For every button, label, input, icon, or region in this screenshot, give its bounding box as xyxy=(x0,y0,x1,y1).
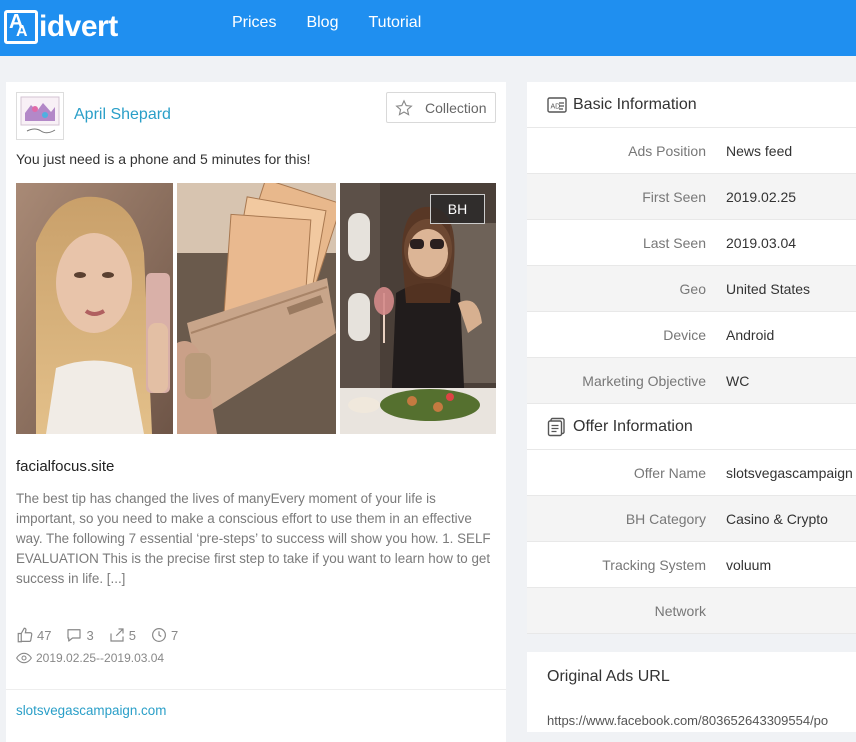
row-label: Offer Name xyxy=(633,464,706,481)
ad-link[interactable]: slotsvegascampaign.com xyxy=(16,703,166,718)
collection-button[interactable]: Collection xyxy=(386,92,496,123)
info-row: First Seen 2019.02.25 xyxy=(527,174,856,220)
thumbs-up-icon xyxy=(17,627,33,643)
ads-info-icon: AD xyxy=(547,96,567,113)
row-value: 2019.02.25 xyxy=(726,188,797,205)
nav-blog[interactable]: Blog xyxy=(306,14,338,32)
date-range: 2019.02.25--2019.03.04 xyxy=(36,651,165,665)
row-value: slotsvegascampaign xyxy=(726,464,853,481)
ad-image-money[interactable] xyxy=(177,183,336,434)
row-value: voluum xyxy=(726,556,772,573)
basic-info-title: Basic Information xyxy=(573,95,697,113)
ad-caption: You just need is a phone and 5 minutes f… xyxy=(16,151,311,167)
svg-text:AD: AD xyxy=(551,103,561,110)
bh-badge: BH xyxy=(430,194,485,224)
brand-logo[interactable]: A A idvert xyxy=(4,8,118,46)
basic-info-panel: AD Basic Information Ads Position News fe… xyxy=(527,82,856,404)
basic-info-header: AD Basic Information xyxy=(527,82,856,128)
ad-description: The best tip has changed the lives of ma… xyxy=(16,491,491,586)
logo-mark-icon: A A xyxy=(4,10,38,44)
offer-info-panel: Offer Information Offer Name slotsvegasca… xyxy=(527,404,856,634)
info-row: BH Category Casino & Crypto xyxy=(527,496,856,542)
row-value: 2019.03.04 xyxy=(726,234,797,251)
offer-doc-icon xyxy=(547,417,565,436)
info-row: Device Android xyxy=(527,312,856,358)
seen-dates: 2019.02.25--2019.03.04 xyxy=(16,651,164,665)
star-icon xyxy=(395,99,413,116)
row-label: Network xyxy=(654,602,706,619)
ad-site: facialfocus.site xyxy=(16,458,115,475)
row-label: Device xyxy=(663,326,706,343)
row-value: Casino & Crypto xyxy=(726,510,828,527)
engagement-stats: 47 3 5 7 xyxy=(16,626,192,644)
ad-image-selfie[interactable] xyxy=(16,183,173,434)
collection-label: Collection xyxy=(425,99,487,116)
offer-info-title: Offer Information xyxy=(573,417,693,435)
row-label: First Seen xyxy=(642,188,706,205)
likes-count: 47 xyxy=(37,627,52,643)
logo-text: idvert xyxy=(39,10,118,43)
info-row: Geo United States xyxy=(527,266,856,312)
info-row: Tracking System voluum xyxy=(527,542,856,588)
info-row: Ads Position News feed xyxy=(527,128,856,174)
days-count: 7 xyxy=(170,627,179,643)
row-value: Android xyxy=(726,326,775,343)
row-label: Marketing Objective xyxy=(582,372,706,389)
days-stat: 7 xyxy=(150,626,178,644)
row-label: Ads Position xyxy=(628,142,706,159)
nav-tutorial[interactable]: Tutorial xyxy=(368,14,421,32)
eye-icon xyxy=(16,652,32,664)
shares-count: 5 xyxy=(128,627,136,643)
info-row: Marketing Objective WC xyxy=(527,358,856,404)
comments-count: 3 xyxy=(86,627,94,643)
original-url-title: Original Ads URL xyxy=(547,668,670,685)
card-divider xyxy=(6,689,506,690)
comments-stat: 3 xyxy=(65,626,94,644)
author-name[interactable]: April Shepard xyxy=(74,106,171,124)
row-label: Tracking System xyxy=(602,556,706,573)
offer-info-header: Offer Information xyxy=(527,404,856,450)
share-icon xyxy=(110,628,124,642)
info-row: Offer Name slotsvegascampaign xyxy=(527,450,856,496)
row-label: Geo xyxy=(679,280,706,297)
row-value: News feed xyxy=(726,142,793,159)
info-row: Network xyxy=(527,588,856,634)
row-value: United States xyxy=(726,280,811,297)
row-label: Last Seen xyxy=(642,234,706,251)
nav-prices[interactable]: Prices xyxy=(232,14,276,32)
avatar[interactable] xyxy=(16,92,64,140)
comment-icon xyxy=(67,629,82,642)
row-value: WC xyxy=(726,372,750,389)
likes-stat: 47 xyxy=(16,626,51,644)
info-row: Last Seen 2019.03.04 xyxy=(527,220,856,266)
original-url-value[interactable]: https://www.facebook.com/803652643309554… xyxy=(547,713,828,728)
row-label: BH Category xyxy=(625,510,706,527)
shares-stat: 5 xyxy=(108,626,136,644)
main-nav: Prices Blog Tutorial xyxy=(232,14,421,32)
clock-icon xyxy=(151,628,166,642)
top-navbar: A A idvert Prices Blog Tutorial xyxy=(0,0,856,56)
original-url-panel: Original Ads URL https://www.facebook.co… xyxy=(527,652,856,732)
